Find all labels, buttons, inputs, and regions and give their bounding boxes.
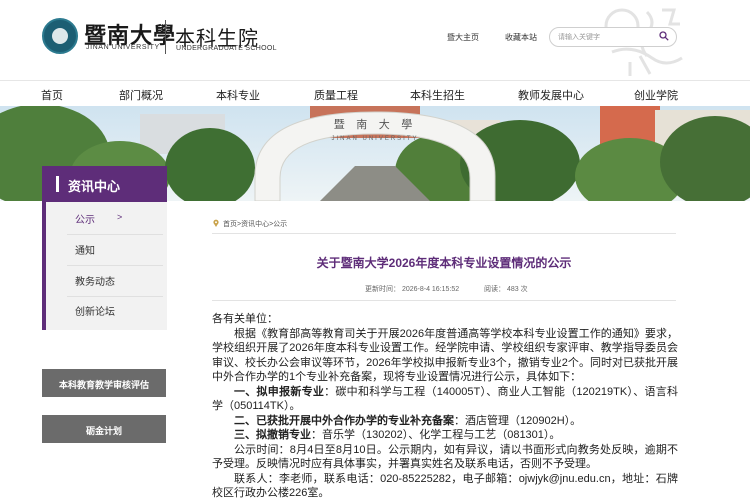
article-body: 各有关单位： 根据《教育部高等教育司关于开展2026年度普通高等学校本科专业设置… (212, 312, 678, 501)
site-header: 暨南大學 JINAN UNIVERSITY 本科生院 UNDERGRADUATE… (0, 0, 750, 80)
location-pin-icon (213, 219, 219, 227)
nav-item-department[interactable]: 部门概况 (119, 87, 163, 103)
svg-text:暨 南 大 學: 暨 南 大 學 (334, 117, 417, 131)
search-icon[interactable] (659, 31, 669, 41)
nav-item-admissions[interactable]: 本科生招生 (410, 87, 465, 103)
breadcrumb-divider (212, 233, 676, 234)
article-contact: 联系人：李老师，联系电话：020-85225282，电子邮箱：ojwjyk@jn… (212, 472, 678, 500)
item-text: ：酒店管理（120902H）。 (454, 414, 582, 427)
chevron-right-icon: > (117, 212, 123, 222)
nav-item-quality[interactable]: 质量工程 (314, 87, 358, 103)
sidebar-title-label: 资讯中心 (68, 179, 121, 194)
search-box (549, 27, 677, 47)
sidebar-divider (67, 234, 163, 235)
sidebar-item-academic-news[interactable]: 教务动态 (75, 273, 115, 288)
homepage-link[interactable]: 暨大主页 (447, 32, 479, 43)
nav-item-teacher-development[interactable]: 教师发展中心 (518, 87, 584, 103)
site-subtitle: UNDERGRADUATE SCHOOL (176, 45, 277, 52)
item-label: 二、已获批开展中外合作办学的专业补充备案 (234, 414, 454, 427)
update-time: 更新时间： 2026-8-4 16:15:52 (365, 286, 460, 293)
lijin-plan-button[interactable]: 砺金计划 (42, 415, 166, 443)
svg-text:JINAN UNIVERSITY: JINAN UNIVERSITY (331, 136, 418, 142)
article-title: 关于暨南大学2026年度本科专业设置情况的公示 (316, 256, 572, 270)
article-paragraph: 根据《教育部高等教育司关于开展2026年度普通高等学校本科专业设置工作的通知》要… (212, 327, 678, 384)
teaching-audit-button-label: 本科教育教学审核评估 (58, 380, 149, 390)
search-input[interactable] (558, 32, 654, 43)
nav-item-majors[interactable]: 本科专业 (216, 87, 260, 103)
item-label: 一、拟申报新专业 (234, 385, 325, 398)
university-emblem-icon[interactable] (42, 18, 78, 54)
sidebar-item-innovation-forum[interactable]: 创新论坛 (75, 303, 115, 318)
sidebar-item-notice[interactable]: 公示 (75, 211, 95, 226)
article-greeting: 各有关单位： (212, 313, 278, 325)
bookmark-link[interactable]: 收藏本站 (505, 32, 537, 43)
article-item-new-majors: 一、拟申报新专业：碳中和科学与工程（140005T）、商业人工智能（120219… (212, 385, 678, 414)
main-navigation: 首页 部门概况 本科专业 质量工程 本科生招生 教师发展中心 创业学院 (0, 80, 750, 106)
article-publicity-period: 公示时间：8月4日至8月10日。公示期内，如有异议，请以书面形式向教务处反映，逾… (212, 443, 678, 471)
nav-item-home[interactable]: 首页 (41, 87, 63, 103)
sidebar-item-announcement[interactable]: 通知 (75, 242, 95, 257)
sidebar-divider (67, 265, 163, 266)
item-label: 三、拟撤销专业 (234, 429, 311, 441)
meta-divider (212, 300, 676, 301)
breadcrumb[interactable]: 首页>资讯中心>公示 (223, 219, 287, 229)
teaching-audit-button[interactable]: 本科教育教学审核评估 (42, 369, 166, 397)
sidebar-title: 资讯中心 (42, 166, 167, 202)
logo-divider (165, 20, 166, 54)
logo-english-name: JINAN UNIVERSITY (86, 44, 160, 51)
item-text: ：音乐学（130202）、化学工程与工艺（081301）。 (311, 429, 561, 441)
sidebar-title-bar (56, 176, 59, 192)
sidebar-divider (67, 296, 163, 297)
nav-item-entrepreneurship[interactable]: 创业学院 (634, 87, 678, 103)
view-count: 阅读： 483 次 (484, 286, 528, 293)
lijin-plan-button-label: 砺金计划 (85, 426, 122, 436)
article-item-cooperative-majors: 二、已获批开展中外合作办学的专业补充备案：酒店管理（120902H）。 (212, 414, 678, 429)
article-item-cancelled-majors: 三、拟撤销专业：音乐学（130202）、化学工程与工艺（081301）。 (212, 428, 678, 443)
